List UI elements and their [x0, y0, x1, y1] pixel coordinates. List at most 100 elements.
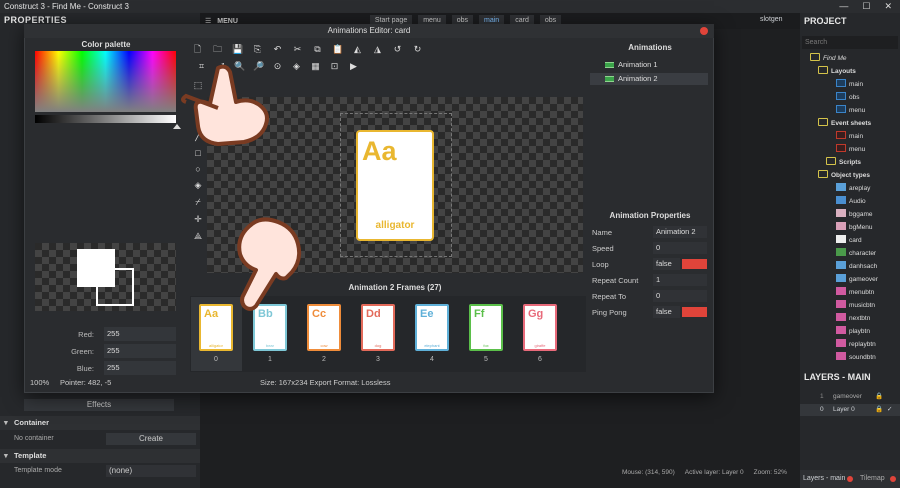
cut-icon[interactable]: ✂: [292, 44, 303, 55]
tree-object-item[interactable]: menubtn: [836, 287, 874, 299]
close-icon[interactable]: ✕: [884, 0, 892, 13]
tree-sheet-main[interactable]: main: [836, 131, 863, 143]
play-icon[interactable]: ▶: [348, 61, 359, 72]
maximize-icon[interactable]: ☐: [862, 0, 870, 13]
container-section[interactable]: Container: [0, 416, 200, 430]
animation-item[interactable]: Animation 1: [590, 59, 708, 71]
property-key: Repeat Count: [592, 276, 639, 285]
paste-icon[interactable]: 📋: [332, 44, 343, 55]
template-mode-select[interactable]: (none): [106, 465, 196, 477]
frame-thumbnail[interactable]: Ee elephant: [415, 304, 449, 351]
frame-word: dog: [374, 343, 382, 348]
lock-icon[interactable]: 🔒: [875, 391, 883, 403]
tree-object-item[interactable]: soundbtn: [836, 352, 876, 364]
property-value[interactable]: 0: [653, 242, 707, 254]
apply-icon[interactable]: ⊡: [329, 61, 340, 72]
property-value[interactable]: false: [653, 258, 680, 270]
dialog-close-icon[interactable]: [700, 27, 708, 35]
hand-pointer-icon: [181, 64, 269, 146]
tree-object-item[interactable]: character: [836, 248, 876, 260]
check-icon[interactable]: ✓: [887, 404, 892, 416]
window-controls: — ☐ ✕: [839, 0, 900, 13]
grayscale-slider[interactable]: [35, 115, 176, 123]
close-tab-icon[interactable]: [890, 476, 896, 482]
property-value[interactable]: 0: [653, 290, 707, 302]
toggle-switch[interactable]: [682, 307, 707, 317]
user-name[interactable]: slotgen: [760, 16, 783, 23]
collision-polygon-icon[interactable]: ⟁: [192, 231, 204, 242]
tab-layers-main[interactable]: Layers - main: [803, 470, 845, 488]
flip-horizontal-icon[interactable]: ◭: [352, 44, 363, 55]
dialog-zoom: 100%: [30, 378, 50, 387]
project-search-input[interactable]: Search: [802, 36, 898, 49]
property-value[interactable]: 1: [653, 274, 707, 286]
red-input[interactable]: 255: [104, 327, 176, 341]
tree-scripts[interactable]: Scripts: [826, 157, 861, 169]
property-value[interactable]: false: [653, 306, 680, 318]
tree-layouts[interactable]: Layouts: [818, 66, 856, 78]
tree-object-item[interactable]: playbtn: [836, 326, 870, 338]
lock-icon[interactable]: 🔒: [875, 404, 883, 416]
tree-object-item[interactable]: areplay: [836, 183, 870, 195]
frame-thumbnail[interactable]: Dd dog: [361, 304, 395, 351]
frame-thumbnail[interactable]: Gg giraffe: [523, 304, 557, 351]
rotate-ccw-icon[interactable]: ↺: [392, 44, 403, 55]
rotate-cw-icon[interactable]: ↻: [412, 44, 423, 55]
pointer-coords: Pointer: 482, -5: [60, 378, 112, 387]
grid-icon[interactable]: ▦: [310, 61, 321, 72]
export-icon[interactable]: ⎘: [252, 44, 263, 55]
toggle-switch[interactable]: [682, 259, 707, 269]
effects-button[interactable]: Effects: [24, 399, 174, 411]
ellipse-icon[interactable]: ○: [192, 164, 204, 174]
rectangle-icon[interactable]: □: [192, 148, 204, 158]
tree-object-item[interactable]: card: [836, 235, 862, 247]
open-folder-icon[interactable]: 🗀: [212, 44, 223, 55]
tree-root[interactable]: Find Me: [810, 53, 846, 65]
fill-icon[interactable]: ◈: [192, 180, 204, 191]
tree-object-item[interactable]: Audio: [836, 196, 866, 208]
frame-size-info: Size: 167x234 Export Format: Lossless: [260, 378, 391, 387]
frame-thumbnail[interactable]: Cc cow: [307, 304, 341, 351]
animation-property-row: Repeat Count 1: [590, 273, 710, 288]
green-input[interactable]: 255: [104, 344, 176, 358]
tree-object-item[interactable]: bggame: [836, 209, 873, 221]
tree-object-item[interactable]: nextbtn: [836, 313, 870, 325]
create-button[interactable]: Create: [106, 433, 196, 445]
animation-icon: [605, 76, 614, 82]
template-section[interactable]: Template: [0, 449, 200, 463]
frame-word: giraffe: [534, 343, 546, 348]
close-tab-icon[interactable]: [847, 476, 853, 482]
zoom-level: Zoom: 52%: [753, 469, 787, 476]
save-icon[interactable]: 💾: [232, 44, 243, 55]
eyedropper-icon[interactable]: ⌿: [192, 197, 204, 208]
tab-tilemap[interactable]: Tilemap: [860, 470, 885, 488]
layer-row[interactable]: 0 Layer 0 🔒 ✓: [800, 404, 900, 416]
blue-input[interactable]: 255: [104, 361, 176, 375]
layer-row[interactable]: 1 gameover 🔒: [800, 391, 900, 403]
tree-sheet-menu[interactable]: menu: [836, 144, 865, 156]
tree-object-types[interactable]: Object types: [818, 170, 870, 182]
tree-object-item[interactable]: bgMenu: [836, 222, 873, 234]
secondary-color-swatch[interactable]: [96, 268, 134, 306]
tree-layout-obs[interactable]: obs: [836, 92, 859, 104]
undo-icon[interactable]: ↶: [272, 44, 283, 55]
animation-item[interactable]: Animation 2: [590, 73, 708, 85]
palette-swatches[interactable]: [35, 140, 170, 218]
tree-object-item[interactable]: danhsach: [836, 261, 877, 273]
tree-layout-menu[interactable]: menu: [836, 105, 865, 117]
active-layer: Active layer: Layer 0: [684, 469, 744, 476]
tree-object-item[interactable]: replaybtn: [836, 339, 876, 351]
minimize-icon[interactable]: —: [839, 0, 848, 13]
tree-event-sheets[interactable]: Event sheets: [818, 118, 871, 130]
frame-thumbnail[interactable]: Ff fox: [469, 304, 503, 351]
property-value[interactable]: Animation 2: [653, 226, 707, 238]
tree-object-item[interactable]: musicbtn: [836, 300, 875, 312]
color-spectrum[interactable]: [35, 51, 176, 112]
new-file-icon[interactable]: 🗋: [192, 44, 203, 55]
image-point-icon[interactable]: ✛: [192, 214, 204, 225]
flip-vertical-icon[interactable]: ◮: [372, 44, 383, 55]
layers-icon[interactable]: ◈: [291, 61, 302, 72]
tree-layout-main[interactable]: main: [836, 79, 863, 91]
tree-object-item[interactable]: gameover: [836, 274, 878, 286]
copy-icon[interactable]: ⧉: [312, 44, 323, 55]
